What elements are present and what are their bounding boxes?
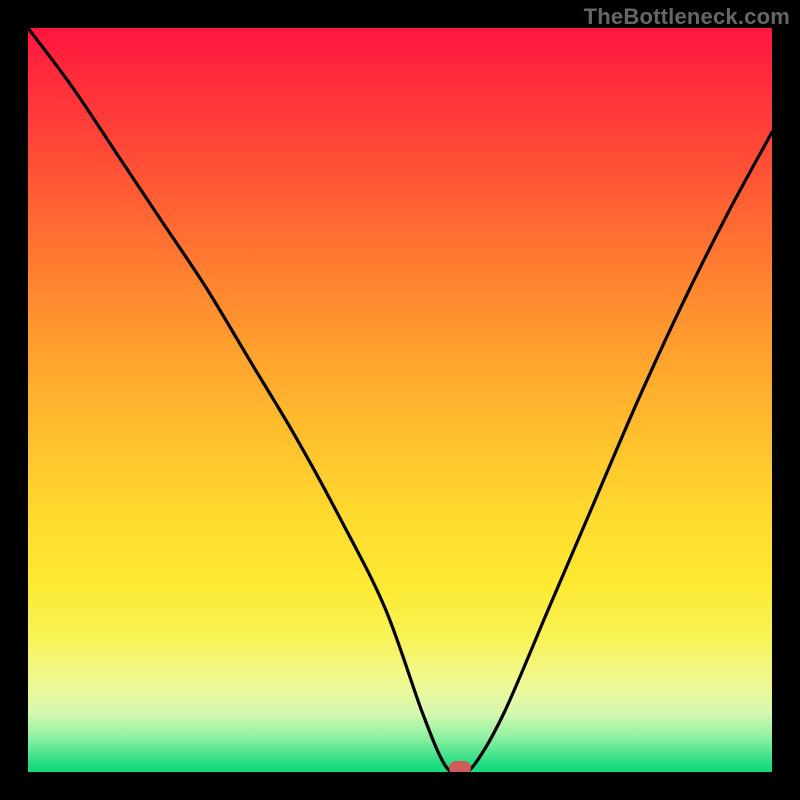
- bottleneck-curve: [28, 28, 772, 772]
- watermark-text: TheBottleneck.com: [584, 4, 790, 30]
- optimal-marker: [449, 761, 471, 772]
- plot-area: [28, 28, 772, 772]
- curve-layer: [28, 28, 772, 772]
- chart-frame: TheBottleneck.com: [0, 0, 800, 800]
